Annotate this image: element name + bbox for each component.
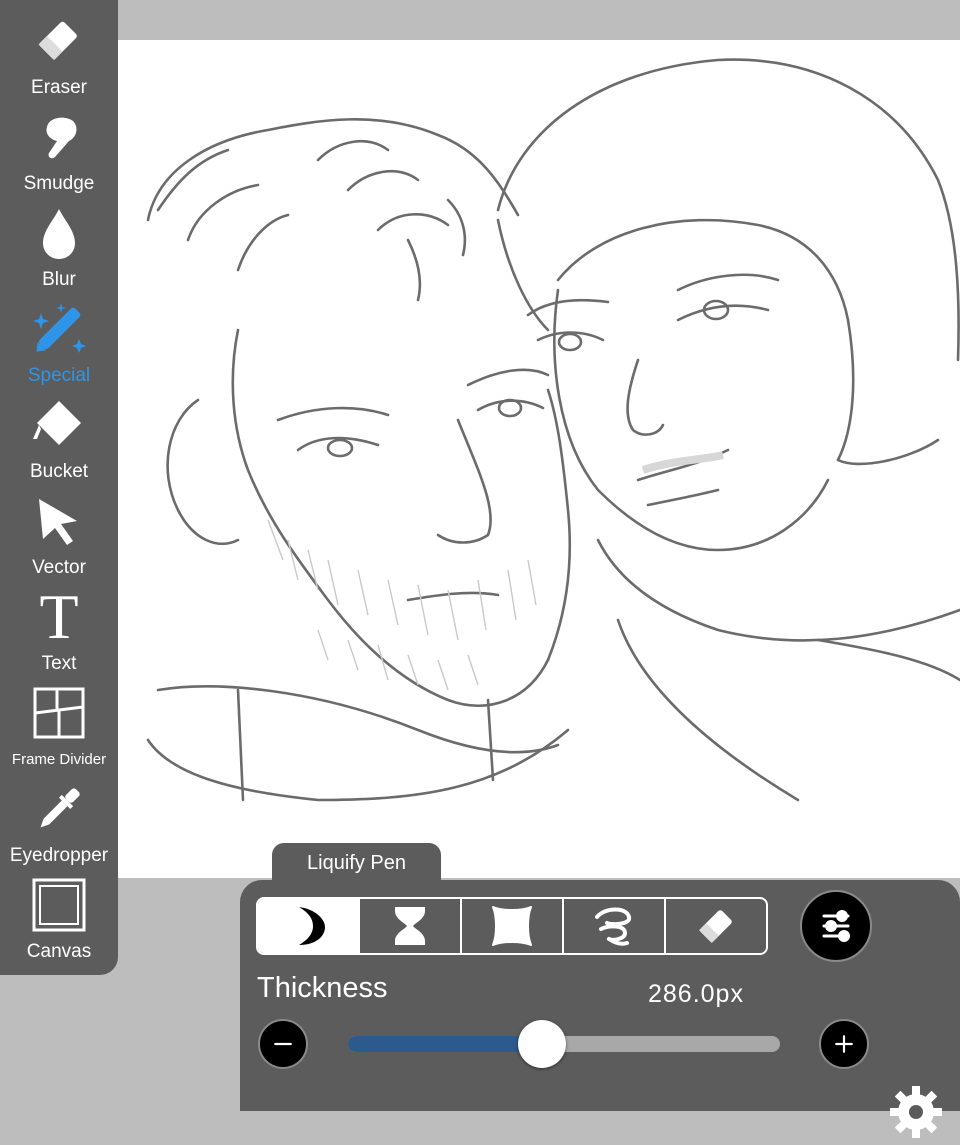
magic-wand-icon bbox=[29, 298, 89, 360]
tool-label: Canvas bbox=[26, 941, 92, 962]
increase-thickness-button[interactable] bbox=[819, 1019, 869, 1069]
tool-label: Blur bbox=[42, 269, 76, 290]
frame-divider-icon bbox=[29, 682, 89, 744]
smudge-icon bbox=[29, 106, 89, 168]
tool-label: Special bbox=[27, 365, 91, 386]
tool-label: Eraser bbox=[31, 77, 87, 98]
sketch-artwork bbox=[146, 58, 960, 802]
bucket-icon bbox=[29, 394, 89, 456]
eyedropper-icon bbox=[29, 778, 89, 840]
brush-settings-button[interactable] bbox=[800, 890, 872, 962]
sliders-icon bbox=[822, 910, 850, 942]
tool-label: Bucket bbox=[29, 461, 89, 482]
thickness-label: Thickness bbox=[257, 972, 388, 1004]
liquify-pen-tab[interactable]: Liquify Pen bbox=[272, 843, 441, 883]
tool-label: Text bbox=[41, 653, 77, 674]
mode-restore-button[interactable] bbox=[666, 899, 766, 953]
eraser-icon bbox=[29, 10, 89, 72]
tool-text[interactable]: T Text bbox=[0, 580, 118, 676]
drawing-canvas[interactable] bbox=[118, 40, 960, 878]
tool-label: Eyedropper bbox=[9, 845, 109, 866]
pinch-shape-icon bbox=[492, 906, 532, 946]
tool-vector[interactable]: Vector bbox=[0, 484, 118, 580]
twirl-icon bbox=[595, 907, 631, 946]
tool-frame-divider[interactable]: Frame Divider bbox=[0, 676, 118, 772]
tool-special[interactable]: Special bbox=[0, 292, 118, 388]
mode-push-button[interactable] bbox=[258, 899, 360, 953]
crescent-moon-icon bbox=[299, 907, 325, 945]
minus-icon bbox=[274, 1042, 292, 1046]
text-t-icon: T bbox=[39, 581, 79, 652]
tool-eyedropper[interactable]: Eyedropper bbox=[0, 772, 118, 868]
plus-icon bbox=[835, 1035, 853, 1053]
tool-eraser[interactable]: Eraser bbox=[0, 4, 118, 100]
thickness-value: 286.0px bbox=[648, 980, 744, 1008]
arrow-cursor-icon bbox=[29, 490, 89, 552]
eraser-icon bbox=[699, 910, 732, 943]
tool-label: Smudge bbox=[23, 173, 95, 194]
tool-smudge[interactable]: Smudge bbox=[0, 100, 118, 196]
mode-expand-button[interactable] bbox=[462, 899, 564, 953]
tool-canvas[interactable]: Canvas bbox=[0, 868, 118, 964]
blur-drop-icon bbox=[29, 202, 89, 264]
tool-sidebar: Eraser Smudge Blur Special Bucket Vector… bbox=[0, 0, 118, 975]
tool-bucket[interactable]: Bucket bbox=[0, 388, 118, 484]
gear-icon[interactable] bbox=[888, 1084, 944, 1140]
hourglass-icon bbox=[395, 907, 425, 945]
thickness-slider-fill bbox=[348, 1036, 543, 1052]
tool-blur[interactable]: Blur bbox=[0, 196, 118, 292]
liquify-mode-selector bbox=[256, 897, 768, 955]
mode-twirl-button[interactable] bbox=[564, 899, 666, 953]
tool-label: Vector bbox=[32, 557, 86, 578]
decrease-thickness-button[interactable] bbox=[258, 1019, 308, 1069]
tool-label: Frame Divider bbox=[11, 751, 107, 768]
canvas-square-icon bbox=[29, 874, 89, 936]
mode-pinch-button[interactable] bbox=[360, 899, 462, 953]
